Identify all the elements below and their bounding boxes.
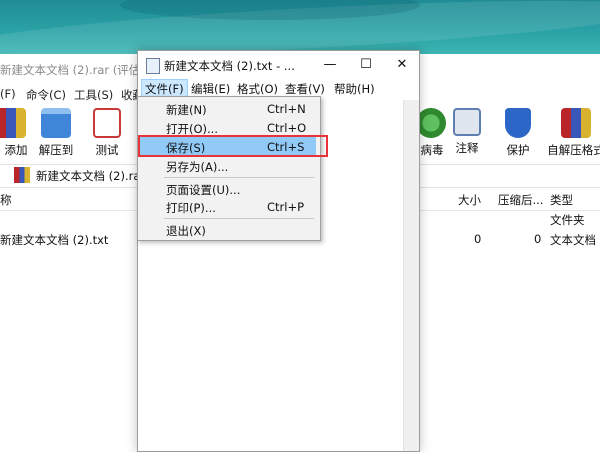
menu-help[interactable]: 帮助(H) bbox=[331, 80, 378, 99]
menu-item-page-setup[interactable]: 页面设置(U)... bbox=[140, 179, 316, 199]
archive-icon bbox=[14, 167, 30, 183]
menu-item-label: 新建(N) bbox=[166, 103, 207, 117]
address-text: 新建文本文档 (2).rar bbox=[36, 169, 146, 183]
maximize-button[interactable]: ☐ bbox=[351, 55, 381, 75]
extract-folder-icon bbox=[41, 108, 71, 138]
menu-separator bbox=[164, 218, 314, 219]
menu-commands[interactable]: 命令(C) bbox=[26, 87, 66, 103]
comment-label: 注释 bbox=[455, 141, 479, 155]
menu-item-save-as[interactable]: 另存为(A)... bbox=[140, 156, 316, 176]
row-type: 文件夹 bbox=[550, 213, 585, 227]
menu-item-label: 打印(P)... bbox=[166, 201, 216, 215]
notepad-document-icon bbox=[146, 58, 160, 74]
notepad-title-bar[interactable]: 新建文本文档 (2).txt - ... — ☐ ✕ bbox=[138, 51, 419, 80]
sfx-button[interactable]: 自解压格式 bbox=[546, 106, 600, 160]
extract-to-button[interactable]: 解压到 bbox=[29, 106, 83, 160]
menu-item-exit[interactable]: 退出(X) bbox=[140, 220, 316, 240]
menu-separator bbox=[164, 177, 314, 178]
menu-tools[interactable]: 工具(S) bbox=[74, 87, 113, 103]
menu-item-shortcut: Ctrl+N bbox=[267, 102, 306, 116]
column-packed[interactable]: 压缩后... bbox=[498, 192, 543, 208]
column-size[interactable]: 大小 bbox=[458, 192, 481, 208]
menu-file[interactable]: (F) bbox=[0, 87, 16, 101]
row-size: 0 bbox=[474, 232, 482, 246]
comment-icon bbox=[453, 108, 481, 136]
minimize-button[interactable]: — bbox=[315, 55, 345, 75]
row-type: 文本文档 bbox=[550, 233, 596, 247]
extract-to-label: 解压到 bbox=[38, 143, 74, 157]
column-type[interactable]: 类型 bbox=[550, 192, 573, 208]
test-archive-icon bbox=[93, 108, 121, 138]
vertical-scrollbar[interactable] bbox=[403, 100, 419, 451]
row-name: 新建文本文档 (2).txt bbox=[0, 233, 109, 247]
row-packed: 0 bbox=[534, 232, 542, 246]
add-archive-icon bbox=[0, 108, 26, 138]
test-label: 测试 bbox=[95, 143, 119, 157]
sfx-label: 自解压格式 bbox=[547, 143, 600, 157]
menu-item-shortcut: Ctrl+P bbox=[267, 200, 305, 214]
menu-item-print[interactable]: 打印(P)... Ctrl+P bbox=[140, 197, 316, 217]
address-field[interactable]: 新建文本文档 (2).rar bbox=[14, 167, 146, 183]
menu-item-shortcut: Ctrl+O bbox=[267, 121, 307, 135]
test-button[interactable]: 测试 bbox=[80, 106, 134, 160]
save-highlight-annotation bbox=[138, 135, 328, 157]
comment-button[interactable]: 注释 bbox=[440, 106, 494, 160]
protect-button[interactable]: 保护 bbox=[491, 106, 545, 160]
notepad-title: 新建文本文档 (2).txt - ... bbox=[164, 59, 295, 73]
protect-label: 保护 bbox=[506, 143, 530, 157]
winrar-title: 新建文本文档 (2).rar (评估版 bbox=[0, 63, 152, 77]
menu-item-label: 另存为(A)... bbox=[166, 160, 229, 174]
file-dropdown-menu: 新建(N) Ctrl+N 打开(O)... Ctrl+O 保存(S) Ctrl+… bbox=[137, 96, 321, 241]
shield-icon bbox=[505, 108, 531, 138]
close-button[interactable]: ✕ bbox=[387, 55, 417, 75]
menu-item-label: 页面设置(U)... bbox=[166, 183, 241, 197]
sfx-box-icon bbox=[561, 108, 591, 138]
menu-item-label: 退出(X) bbox=[166, 224, 206, 238]
menu-item-new[interactable]: 新建(N) Ctrl+N bbox=[140, 99, 316, 119]
column-name[interactable]: 称 bbox=[0, 192, 12, 208]
